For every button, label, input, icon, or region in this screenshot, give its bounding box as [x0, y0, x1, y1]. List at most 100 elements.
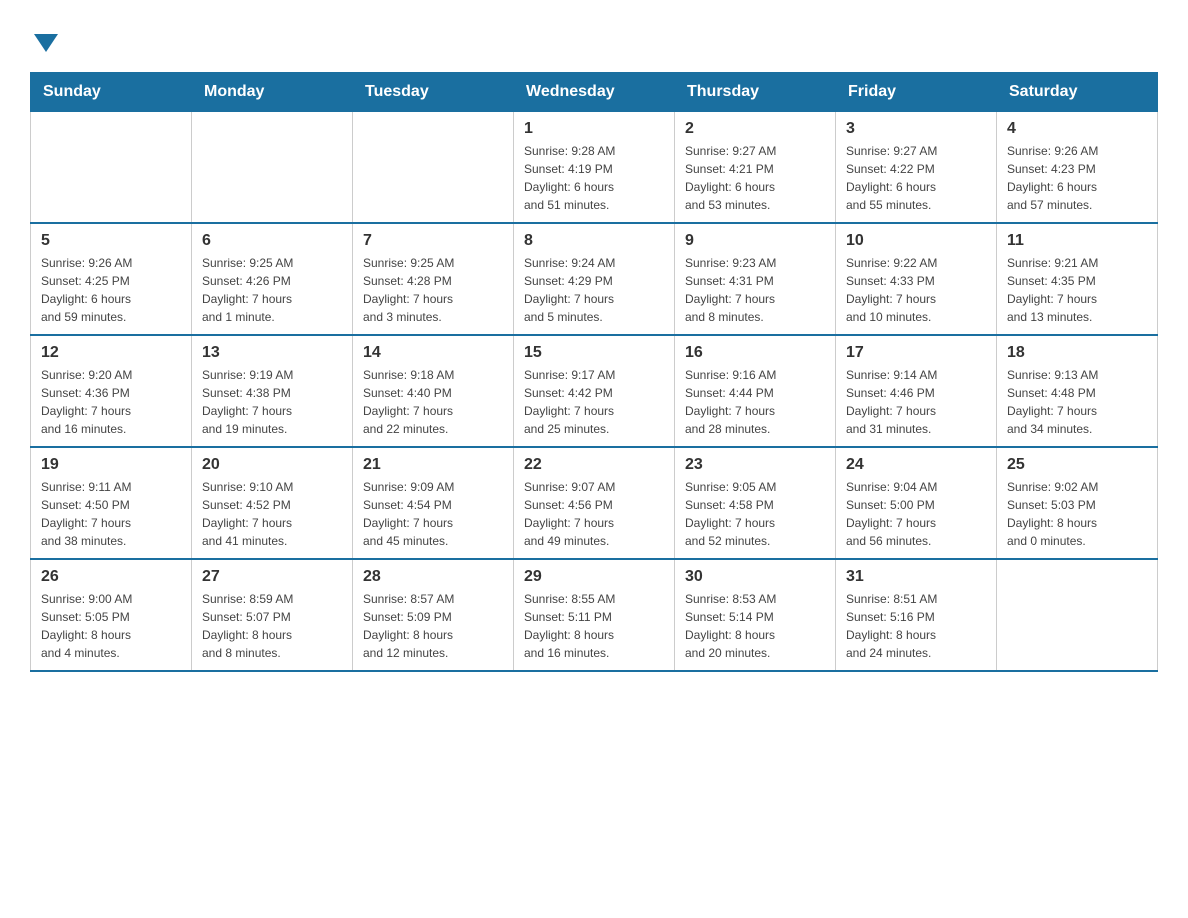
calendar-cell: 4 Sunrise: 9:26 AM Sunset: 4:23 PM Daylig… — [997, 112, 1158, 224]
weekday-header-row: SundayMondayTuesdayWednesdayThursdayFrid… — [31, 73, 1158, 112]
day-info: Sunrise: 8:51 AM Sunset: 5:16 PM Dayligh… — [846, 590, 986, 662]
day-info: Sunrise: 9:17 AM Sunset: 4:42 PM Dayligh… — [524, 366, 664, 438]
day-info: Sunrise: 9:09 AM Sunset: 4:54 PM Dayligh… — [363, 478, 503, 550]
day-number: 28 — [363, 568, 503, 586]
weekday-monday: Monday — [192, 73, 353, 112]
day-number: 30 — [685, 568, 825, 586]
day-info: Sunrise: 9:13 AM Sunset: 4:48 PM Dayligh… — [1007, 366, 1147, 438]
calendar-week-1: 1 Sunrise: 9:28 AM Sunset: 4:19 PM Daylig… — [31, 112, 1158, 224]
day-info: Sunrise: 9:14 AM Sunset: 4:46 PM Dayligh… — [846, 366, 986, 438]
weekday-thursday: Thursday — [675, 73, 836, 112]
day-number: 22 — [524, 456, 664, 474]
calendar-cell: 16Sunrise: 9:16 AM Sunset: 4:44 PM Dayli… — [675, 335, 836, 447]
day-number: 3 — [846, 120, 986, 138]
calendar-cell: 17 Sunrise: 9:14 AM Sunset: 4:46 PM Dayli… — [836, 335, 997, 447]
day-info: Sunrise: 9:19 AM Sunset: 4:38 PM Dayligh… — [202, 366, 342, 438]
logo — [30, 30, 58, 52]
calendar-cell: 1 Sunrise: 9:28 AM Sunset: 4:19 PM Daylig… — [514, 112, 675, 224]
weekday-wednesday: Wednesday — [514, 73, 675, 112]
day-info: Sunrise: 9:26 AM Sunset: 4:25 PM Dayligh… — [41, 254, 181, 326]
calendar-cell: 2 Sunrise: 9:27 AM Sunset: 4:21 PM Daylig… — [675, 112, 836, 224]
day-info: Sunrise: 9:04 AM Sunset: 5:00 PM Dayligh… — [846, 478, 986, 550]
calendar-table: SundayMondayTuesdayWednesdayThursdayFrid… — [30, 72, 1158, 672]
day-info: Sunrise: 9:20 AM Sunset: 4:36 PM Dayligh… — [41, 366, 181, 438]
calendar-cell: 24 Sunrise: 9:04 AM Sunset: 5:00 PM Dayli… — [836, 447, 997, 559]
day-number: 11 — [1007, 232, 1147, 250]
day-number: 8 — [524, 232, 664, 250]
day-number: 1 — [524, 120, 664, 138]
calendar-cell — [31, 112, 192, 224]
calendar-cell: 21 Sunrise: 9:09 AM Sunset: 4:54 PM Dayli… — [353, 447, 514, 559]
calendar-cell: 12 Sunrise: 9:20 AM Sunset: 4:36 PM Dayli… — [31, 335, 192, 447]
calendar-cell: 22 Sunrise: 9:07 AM Sunset: 4:56 PM Dayli… — [514, 447, 675, 559]
calendar-cell: 25 Sunrise: 9:02 AM Sunset: 5:03 PM Dayli… — [997, 447, 1158, 559]
calendar-cell: 6Sunrise: 9:25 AM Sunset: 4:26 PM Daylig… — [192, 223, 353, 335]
calendar-cell: 27 Sunrise: 8:59 AM Sunset: 5:07 PM Dayli… — [192, 559, 353, 671]
day-info: Sunrise: 9:28 AM Sunset: 4:19 PM Dayligh… — [524, 142, 664, 214]
calendar-cell: 3Sunrise: 9:27 AM Sunset: 4:22 PM Daylig… — [836, 112, 997, 224]
calendar-cell: 9Sunrise: 9:23 AM Sunset: 4:31 PM Daylig… — [675, 223, 836, 335]
calendar-cell — [353, 112, 514, 224]
day-number: 2 — [685, 120, 825, 138]
day-info: Sunrise: 8:57 AM Sunset: 5:09 PM Dayligh… — [363, 590, 503, 662]
day-number: 17 — [846, 344, 986, 362]
day-number: 26 — [41, 568, 181, 586]
calendar-cell: 11 Sunrise: 9:21 AM Sunset: 4:35 PM Dayli… — [997, 223, 1158, 335]
weekday-tuesday: Tuesday — [353, 73, 514, 112]
logo-triangle-icon — [34, 34, 58, 52]
calendar-header: SundayMondayTuesdayWednesdayThursdayFrid… — [31, 73, 1158, 112]
day-number: 18 — [1007, 344, 1147, 362]
day-info: Sunrise: 9:11 AM Sunset: 4:50 PM Dayligh… — [41, 478, 181, 550]
calendar-cell: 14 Sunrise: 9:18 AM Sunset: 4:40 PM Dayli… — [353, 335, 514, 447]
calendar-cell: 30 Sunrise: 8:53 AM Sunset: 5:14 PM Dayli… — [675, 559, 836, 671]
calendar-cell: 8 Sunrise: 9:24 AM Sunset: 4:29 PM Daylig… — [514, 223, 675, 335]
day-info: Sunrise: 9:22 AM Sunset: 4:33 PM Dayligh… — [846, 254, 986, 326]
calendar-body: 1 Sunrise: 9:28 AM Sunset: 4:19 PM Daylig… — [31, 112, 1158, 672]
day-number: 19 — [41, 456, 181, 474]
calendar-cell: 15 Sunrise: 9:17 AM Sunset: 4:42 PM Dayli… — [514, 335, 675, 447]
day-number: 20 — [202, 456, 342, 474]
day-number: 10 — [846, 232, 986, 250]
day-number: 9 — [685, 232, 825, 250]
weekday-saturday: Saturday — [997, 73, 1158, 112]
day-info: Sunrise: 9:05 AM Sunset: 4:58 PM Dayligh… — [685, 478, 825, 550]
calendar-cell: 13 Sunrise: 9:19 AM Sunset: 4:38 PM Dayli… — [192, 335, 353, 447]
day-info: Sunrise: 8:55 AM Sunset: 5:11 PM Dayligh… — [524, 590, 664, 662]
day-info: Sunrise: 9:16 AM Sunset: 4:44 PM Dayligh… — [685, 366, 825, 438]
day-info: Sunrise: 8:53 AM Sunset: 5:14 PM Dayligh… — [685, 590, 825, 662]
day-number: 24 — [846, 456, 986, 474]
calendar-week-2: 5Sunrise: 9:26 AM Sunset: 4:25 PM Daylig… — [31, 223, 1158, 335]
day-info: Sunrise: 9:07 AM Sunset: 4:56 PM Dayligh… — [524, 478, 664, 550]
calendar-week-5: 26 Sunrise: 9:00 AM Sunset: 5:05 PM Dayli… — [31, 559, 1158, 671]
calendar-cell: 5Sunrise: 9:26 AM Sunset: 4:25 PM Daylig… — [31, 223, 192, 335]
calendar-cell: 7Sunrise: 9:25 AM Sunset: 4:28 PM Daylig… — [353, 223, 514, 335]
calendar-cell: 19 Sunrise: 9:11 AM Sunset: 4:50 PM Dayli… — [31, 447, 192, 559]
calendar-cell: 23Sunrise: 9:05 AM Sunset: 4:58 PM Dayli… — [675, 447, 836, 559]
day-info: Sunrise: 9:24 AM Sunset: 4:29 PM Dayligh… — [524, 254, 664, 326]
day-info: Sunrise: 9:02 AM Sunset: 5:03 PM Dayligh… — [1007, 478, 1147, 550]
calendar-cell: 10 Sunrise: 9:22 AM Sunset: 4:33 PM Dayli… — [836, 223, 997, 335]
day-info: Sunrise: 9:21 AM Sunset: 4:35 PM Dayligh… — [1007, 254, 1147, 326]
day-info: Sunrise: 9:25 AM Sunset: 4:28 PM Dayligh… — [363, 254, 503, 326]
weekday-friday: Friday — [836, 73, 997, 112]
calendar-cell: 31Sunrise: 8:51 AM Sunset: 5:16 PM Dayli… — [836, 559, 997, 671]
day-info: Sunrise: 9:26 AM Sunset: 4:23 PM Dayligh… — [1007, 142, 1147, 214]
day-info: Sunrise: 9:00 AM Sunset: 5:05 PM Dayligh… — [41, 590, 181, 662]
day-number: 13 — [202, 344, 342, 362]
day-number: 27 — [202, 568, 342, 586]
day-info: Sunrise: 9:18 AM Sunset: 4:40 PM Dayligh… — [363, 366, 503, 438]
day-number: 14 — [363, 344, 503, 362]
day-info: Sunrise: 9:27 AM Sunset: 4:21 PM Dayligh… — [685, 142, 825, 214]
day-number: 12 — [41, 344, 181, 362]
day-info: Sunrise: 8:59 AM Sunset: 5:07 PM Dayligh… — [202, 590, 342, 662]
day-number: 29 — [524, 568, 664, 586]
day-number: 15 — [524, 344, 664, 362]
day-number: 21 — [363, 456, 503, 474]
calendar-cell: 29 Sunrise: 8:55 AM Sunset: 5:11 PM Dayli… — [514, 559, 675, 671]
calendar-week-3: 12 Sunrise: 9:20 AM Sunset: 4:36 PM Dayli… — [31, 335, 1158, 447]
day-number: 25 — [1007, 456, 1147, 474]
calendar-week-4: 19 Sunrise: 9:11 AM Sunset: 4:50 PM Dayli… — [31, 447, 1158, 559]
day-number: 6 — [202, 232, 342, 250]
day-number: 4 — [1007, 120, 1147, 138]
weekday-sunday: Sunday — [31, 73, 192, 112]
